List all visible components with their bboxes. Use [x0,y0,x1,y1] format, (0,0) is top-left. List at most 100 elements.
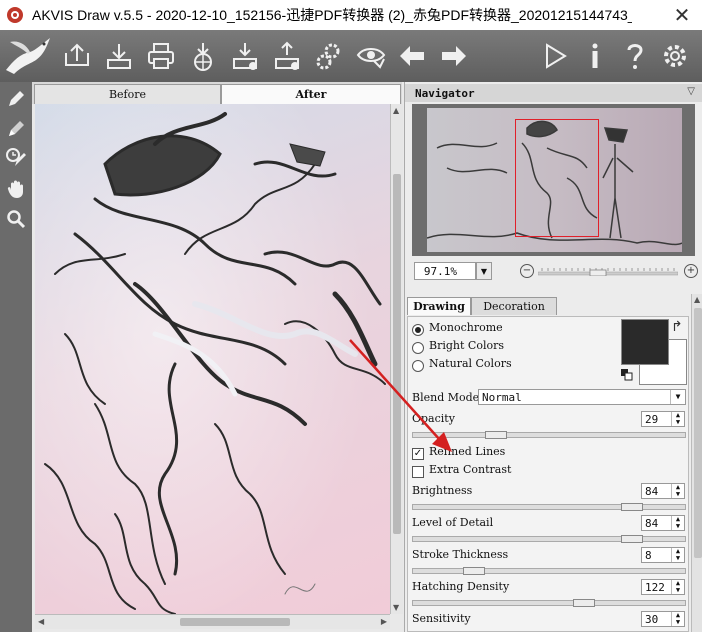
spinner-icon[interactable]: ▲ ▼ [671,516,684,530]
scroll-down-icon[interactable]: ▼ [393,603,399,612]
tab-after[interactable]: After [221,84,401,104]
share-button[interactable] [186,39,220,73]
settings-batch-icon [316,43,340,70]
blend-mode-value: Normal [482,391,522,404]
collapse-chevron-icon[interactable]: ▽ [687,86,695,97]
brightness-slider[interactable] [412,503,686,511]
tab-decoration[interactable]: Decoration [471,297,557,315]
blend-mode-label: Blend Mode [412,391,480,404]
run-button[interactable] [538,39,572,73]
zoom-tool[interactable] [3,206,29,232]
navigator-view-rectangle[interactable] [515,119,599,237]
print-button[interactable] [144,39,178,73]
tab-drawing[interactable]: Drawing [407,297,471,315]
radio-natural-colors[interactable] [412,360,424,372]
open-button[interactable] [60,39,94,73]
settings-scroll-thumb[interactable] [694,308,702,558]
save-button[interactable] [102,39,136,73]
navigator-title: Navigator [415,86,475,100]
opacity-value: 29 [645,413,659,426]
scroll-right-icon[interactable]: ▶ [381,617,387,626]
radio-bright-colors[interactable] [412,342,424,354]
import-presets-button[interactable] [228,39,262,73]
settings-scrollbar[interactable]: ▲ [691,294,702,632]
navigator-header: Navigator ▽ [405,84,702,102]
info-button[interactable] [578,39,612,73]
opacity-slider[interactable] [412,431,686,439]
hand-tool[interactable] [3,176,29,202]
extra-contrast-label: Extra Contrast [429,463,512,476]
scroll-up-icon[interactable]: ▲ [694,295,700,304]
level-of-detail-value: 84 [645,517,659,530]
sensitivity-input[interactable]: 30 ▲ ▼ [641,611,685,627]
monochrome-label: Monochrome [429,321,503,334]
brightness-slider-knob[interactable] [621,503,643,511]
reset-colors-icon[interactable] [621,369,633,381]
zoom-icon [7,210,26,229]
zoom-out-button[interactable]: − [520,264,534,278]
radio-monochrome[interactable] [412,324,424,336]
hatching-density-value: 122 [645,581,665,594]
hatching-density-label: Hatching Density [412,580,510,593]
help-button[interactable] [618,39,652,73]
tab-before[interactable]: Before [34,84,221,104]
zoom-in-button[interactable]: + [684,264,698,278]
view-tabs: Before After [32,82,402,104]
stroke-thickness-input[interactable]: 8 ▲ ▼ [641,547,685,563]
stroke-thickness-value: 8 [645,549,652,562]
blend-mode-select[interactable]: Normal ▼ [478,389,686,405]
scroll-up-icon[interactable]: ▲ [393,106,399,115]
level-of-detail-input[interactable]: 84 ▲ ▼ [641,515,685,531]
scroll-left-icon[interactable]: ◀ [38,617,44,626]
preferences-button[interactable] [658,39,692,73]
pencil-tool[interactable] [3,86,29,112]
opacity-label: Opacity [412,412,455,425]
hand-icon [7,180,23,198]
right-panel: Navigator ▽ 97.1% ▼ − + Drawing Decorati… [404,82,702,632]
refined-lines-checkbox[interactable]: ✓ [412,448,424,460]
level-of-detail-slider[interactable] [412,535,686,543]
image-canvas[interactable] [35,104,390,614]
spinner-icon[interactable]: ▲ ▼ [671,612,684,626]
level-of-detail-slider-knob[interactable] [621,535,643,543]
opacity-input[interactable]: 29 ▲ ▼ [641,411,685,427]
swap-colors-icon[interactable]: ↱ [671,319,683,335]
zoom-controls: 97.1% ▼ − + [412,262,698,282]
zoom-field[interactable]: 97.1% [414,262,476,280]
batch-settings-button[interactable] [312,39,346,73]
vertical-scrollbar[interactable]: ▲ ▼ [390,104,403,614]
info-icon [592,43,598,68]
print-icon [148,43,174,69]
back-button[interactable] [396,39,430,73]
horizontal-scroll-thumb[interactable] [180,618,290,626]
spinner-icon[interactable]: ▲ ▼ [671,548,684,562]
foreground-color-swatch[interactable] [621,319,669,365]
bright-colors-label: Bright Colors [429,339,504,352]
stroke-thickness-slider-knob[interactable] [463,567,485,575]
eraser-icon [9,121,24,136]
spinner-icon[interactable]: ▲ ▼ [671,484,684,498]
extra-contrast-checkbox[interactable] [412,466,424,478]
navigator-preview[interactable] [412,104,695,256]
history-brush-tool[interactable] [3,144,29,170]
main-toolbar [0,30,702,82]
eraser-tool[interactable] [3,116,29,142]
import-presets-icon [233,43,257,70]
zoom-slider[interactable] [538,266,678,276]
export-presets-button[interactable] [270,39,304,73]
hatching-density-slider[interactable] [412,599,686,607]
zoom-dropdown-icon[interactable]: ▼ [476,262,492,280]
settings-tabs: Drawing Decoration [407,296,687,316]
close-button[interactable]: ✕ [662,0,702,30]
brightness-input[interactable]: 84 ▲ ▼ [641,483,685,499]
hatching-density-slider-knob[interactable] [573,599,595,607]
vertical-scroll-thumb[interactable] [393,174,401,534]
hatching-density-input[interactable]: 122 ▲ ▼ [641,579,685,595]
opacity-slider-knob[interactable] [485,431,507,439]
forward-button[interactable] [436,39,470,73]
preview-button[interactable] [354,39,388,73]
horizontal-scrollbar[interactable]: ◀ ▶ [35,614,390,629]
spinner-icon[interactable]: ▲ ▼ [671,580,684,594]
spinner-icon[interactable]: ▲ ▼ [671,412,684,426]
stroke-thickness-slider[interactable] [412,567,686,575]
